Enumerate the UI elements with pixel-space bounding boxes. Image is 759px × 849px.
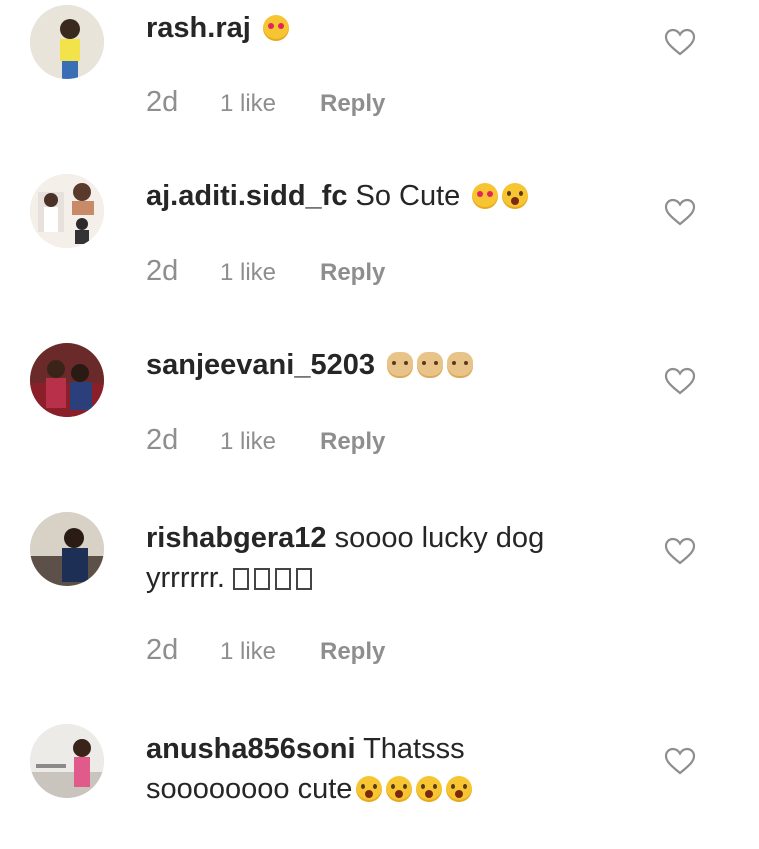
avatar[interactable]: [30, 343, 104, 417]
reply-button[interactable]: Reply: [320, 638, 385, 665]
comment-username[interactable]: sanjeevani_5203: [146, 349, 375, 381]
comment-meta: 2d 1 like Reply: [146, 424, 385, 457]
comment-age[interactable]: 2d: [146, 424, 220, 457]
comment-age[interactable]: 2d: [146, 86, 220, 119]
comment-text: anusha856soni Thatsss soooooooo cute: [146, 729, 616, 809]
comment-age[interactable]: 2d: [146, 255, 220, 288]
avatar[interactable]: [30, 5, 104, 79]
missing-glyph-icon: [274, 568, 291, 590]
like-heart-icon[interactable]: [664, 747, 696, 775]
comment-username[interactable]: anusha856soni: [146, 733, 356, 765]
comment-text: sanjeevani_5203: [146, 345, 616, 385]
comment-likes[interactable]: 1 like: [220, 428, 320, 456]
comment-username[interactable]: rash.raj: [146, 12, 251, 44]
heart-eyes-emoji-icon: [472, 183, 499, 209]
kissing-face-emoji-icon: [356, 776, 383, 802]
comment-likes[interactable]: 1 like: [220, 90, 320, 118]
dog-face-emoji-icon: [417, 352, 444, 378]
comment-text: aj.aditi.sidd_fc So Cute: [146, 176, 616, 216]
kissing-face-emoji-icon: [446, 776, 473, 802]
missing-glyph-icon: [295, 568, 312, 590]
like-heart-icon[interactable]: [664, 198, 696, 226]
avatar[interactable]: [30, 724, 104, 798]
avatar[interactable]: [30, 174, 104, 248]
comment-username[interactable]: aj.aditi.sidd_fc: [146, 180, 347, 212]
like-heart-icon[interactable]: [664, 537, 696, 565]
comment-meta: 2d 1 like Reply: [146, 634, 385, 667]
comment-likes[interactable]: 1 like: [220, 259, 320, 287]
avatar[interactable]: [30, 512, 104, 586]
comment-body: So Cute: [355, 180, 461, 212]
dog-face-emoji-icon: [387, 352, 414, 378]
kissing-face-emoji-icon: [502, 183, 529, 209]
missing-glyph-icon: [232, 568, 249, 590]
kissing-face-emoji-icon: [386, 776, 413, 802]
comment-text: rash.raj: [146, 8, 616, 48]
comment-meta: 2d 1 like Reply: [146, 86, 385, 119]
like-heart-icon[interactable]: [664, 367, 696, 395]
missing-glyph-icon: [253, 568, 270, 590]
comment-text: rishabgera12 soooo lucky dog yrrrrrr.: [146, 518, 616, 598]
reply-button[interactable]: Reply: [320, 259, 385, 286]
heart-eyes-emoji-icon: [262, 15, 289, 41]
reply-button[interactable]: Reply: [320, 428, 385, 455]
comment-username[interactable]: rishabgera12: [146, 522, 327, 554]
comment-likes[interactable]: 1 like: [220, 638, 320, 666]
comment-age[interactable]: 2d: [146, 634, 220, 667]
comment-meta: 2d 1 like Reply: [146, 255, 385, 288]
like-heart-icon[interactable]: [664, 28, 696, 56]
dog-face-emoji-icon: [447, 352, 474, 378]
kissing-face-emoji-icon: [416, 776, 443, 802]
reply-button[interactable]: Reply: [320, 90, 385, 117]
